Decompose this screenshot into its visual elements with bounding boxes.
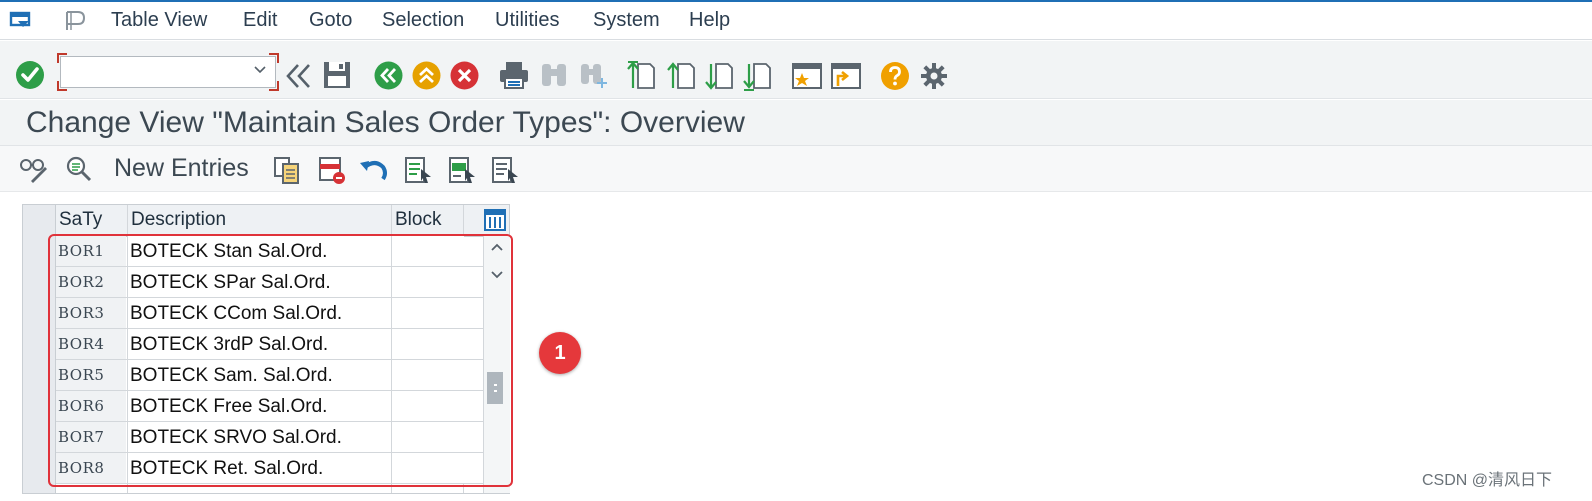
page-title: Change View "Maintain Sales Order Types"… — [26, 106, 745, 139]
menu-goto[interactable]: Goto — [309, 9, 352, 32]
column-header-saty[interactable]: SaTy — [59, 209, 102, 231]
copy-as-icon[interactable] — [272, 155, 302, 185]
application-toolbar: New Entries — [0, 146, 1592, 192]
save-icon[interactable] — [322, 60, 352, 90]
command-dropdown-icon[interactable] — [253, 63, 267, 77]
display-change-icon[interactable] — [19, 155, 49, 183]
menu-help[interactable]: Help — [689, 9, 730, 32]
find-icon[interactable] — [539, 60, 569, 90]
deselect-all-icon[interactable] — [490, 155, 520, 185]
create-session-icon[interactable] — [791, 60, 823, 92]
column-header-block[interactable]: Block — [395, 209, 441, 231]
table-settings-icon[interactable] — [483, 208, 507, 232]
exit-icon[interactable] — [412, 61, 441, 90]
first-page-icon[interactable] — [626, 60, 656, 92]
help-icon[interactable] — [880, 61, 910, 91]
shortcut-icon[interactable] — [830, 60, 862, 92]
collapse-toolbar-icon[interactable] — [284, 62, 314, 90]
sap-menu-icon[interactable] — [9, 10, 33, 30]
find-next-icon[interactable] — [578, 60, 608, 90]
delete-icon[interactable] — [317, 155, 347, 185]
undo-change-icon[interactable] — [359, 157, 389, 183]
cancel-icon[interactable] — [450, 61, 479, 90]
menu-edit[interactable]: Edit — [243, 9, 277, 32]
menu-selection[interactable]: Selection — [382, 9, 464, 32]
watermark: CSDN @清风日下 — [1422, 472, 1553, 489]
select-all-icon[interactable] — [403, 155, 433, 185]
back-icon[interactable] — [374, 61, 403, 90]
standard-toolbar — [0, 41, 1592, 99]
favorites-p-icon[interactable] — [62, 9, 90, 33]
focus-corner — [57, 81, 67, 91]
menu-system[interactable]: System — [593, 9, 660, 32]
focus-corner — [57, 53, 67, 63]
highlight-frame — [48, 234, 513, 487]
print-icon[interactable] — [498, 60, 530, 90]
menu-utilities[interactable]: Utilities — [495, 9, 559, 32]
new-entries-button[interactable]: New Entries — [114, 154, 249, 183]
details-icon[interactable] — [65, 155, 93, 183]
annotation-badge: 1 — [539, 332, 581, 374]
focus-corner — [269, 53, 279, 63]
column-header-description[interactable]: Description — [131, 209, 226, 231]
previous-page-icon[interactable] — [666, 60, 696, 92]
menu-bar: Table View Edit Goto Selection Utilities… — [0, 0, 1592, 40]
title-bar: Change View "Maintain Sales Order Types"… — [0, 100, 1592, 146]
command-field[interactable] — [57, 53, 279, 91]
next-page-icon[interactable] — [704, 60, 734, 92]
select-block-icon[interactable] — [447, 155, 477, 185]
settings-gear-icon[interactable] — [918, 60, 950, 92]
enter-check-icon[interactable] — [15, 60, 45, 90]
focus-corner — [269, 81, 279, 91]
command-input[interactable] — [61, 57, 253, 87]
menu-table-view[interactable]: Table View — [111, 9, 207, 32]
last-page-icon[interactable] — [742, 60, 772, 92]
